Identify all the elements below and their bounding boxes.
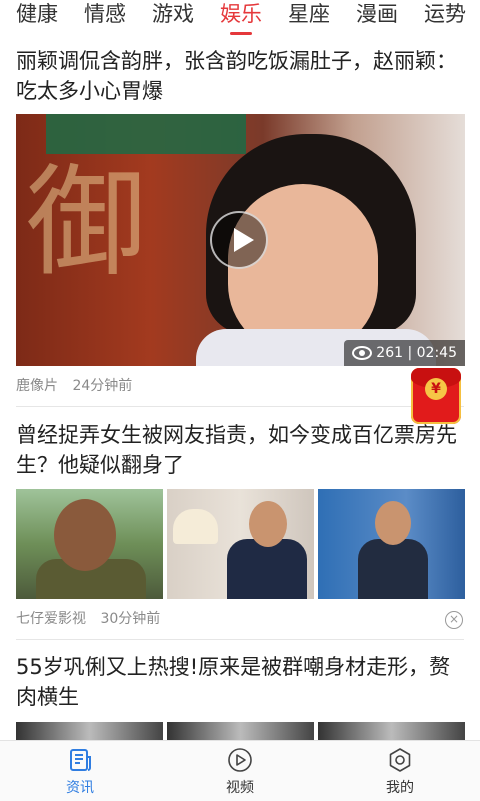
- article-image[interactable]: [318, 722, 465, 742]
- nav-profile[interactable]: 我的: [360, 747, 440, 797]
- article-image[interactable]: [318, 489, 465, 599]
- person-body: [358, 539, 428, 599]
- article-image[interactable]: [16, 489, 163, 599]
- tab-horoscope[interactable]: 星座: [288, 2, 330, 30]
- stats-separator: |: [403, 345, 417, 361]
- person-head: [54, 499, 116, 571]
- article-title[interactable]: 曾经捉弄女生被网友指责，如今变成百亿票房先生？他疑似翻身了: [16, 420, 466, 480]
- article-title[interactable]: 丽颖调侃含韵胖，张含韵吃饭漏肚子，赵丽颖：吃太多小心胃爆: [16, 46, 466, 106]
- article-time: 24分钟前: [72, 378, 133, 394]
- lamp-shade: [173, 509, 218, 544]
- video-background-text: 御: [26, 154, 146, 293]
- tab-games[interactable]: 游戏: [152, 2, 194, 30]
- article-image-grid[interactable]: [16, 489, 465, 599]
- divider: [16, 406, 464, 407]
- tab-entertainment[interactable]: 娱乐: [220, 2, 262, 30]
- article-image[interactable]: [16, 722, 163, 742]
- article-image-grid[interactable]: [16, 722, 465, 742]
- category-tabs: 健康 情感 游戏 娱乐 星座 漫画 运势: [0, 0, 480, 40]
- eye-icon: [352, 346, 373, 360]
- play-icon[interactable]: [210, 211, 268, 269]
- coin-icon: ¥: [425, 378, 447, 400]
- divider: [16, 639, 464, 640]
- view-count: 261: [376, 345, 404, 361]
- tab-comics[interactable]: 漫画: [356, 2, 398, 30]
- video-thumbnail[interactable]: 御 261 | 02:45: [16, 114, 465, 366]
- tab-fortune[interactable]: 运势: [424, 2, 466, 30]
- person-head: [375, 501, 411, 545]
- red-packet-button[interactable]: ¥: [411, 368, 461, 424]
- article-meta: 鹿像片 24分钟前: [16, 376, 142, 396]
- nav-news[interactable]: 资讯: [40, 747, 120, 797]
- bottom-nav: 资讯 视频 我的: [0, 740, 480, 801]
- nav-label: 视频: [226, 780, 254, 796]
- nav-label: 我的: [386, 780, 414, 796]
- profile-icon: [389, 748, 411, 772]
- nav-label: 资讯: [66, 780, 94, 796]
- article-image[interactable]: [167, 489, 314, 599]
- nav-video[interactable]: 视频: [200, 747, 280, 797]
- article-source[interactable]: 七仔爱影视: [16, 611, 86, 627]
- article-time: 30分钟前: [100, 611, 161, 627]
- video-stats: 261 | 02:45: [344, 340, 465, 366]
- video-duration: 02:45: [416, 345, 457, 361]
- person-body: [227, 539, 307, 599]
- article-meta: 七仔爱影视 30分钟前: [16, 609, 170, 629]
- person-head: [249, 501, 287, 547]
- article-image[interactable]: [167, 722, 314, 742]
- article-source[interactable]: 鹿像片: [16, 378, 58, 394]
- dismiss-icon[interactable]: ×: [445, 611, 463, 629]
- tab-health[interactable]: 健康: [16, 2, 58, 30]
- tab-emotion[interactable]: 情感: [84, 2, 126, 30]
- news-icon: [70, 749, 91, 771]
- play-circle-icon: [228, 748, 252, 772]
- article-title[interactable]: 55岁巩俐又上热搜!原来是被群嘲身材走形，赘肉横生: [16, 652, 466, 712]
- active-tab-indicator: [230, 32, 252, 35]
